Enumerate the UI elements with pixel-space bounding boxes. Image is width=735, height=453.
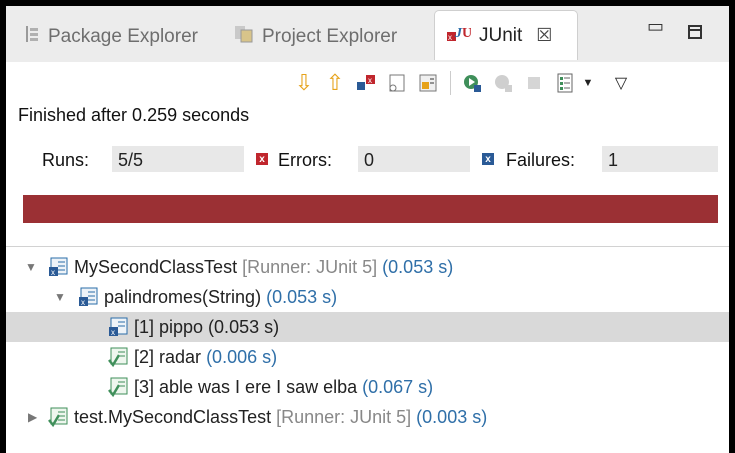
close-icon[interactable]: ☒ [536,25,552,46]
runs-label: Runs: [42,150,90,170]
tree-row[interactable]: ▼ x palindromes(String) (0.053 s) [6,282,729,312]
rerun-failed-first-icon[interactable] [488,68,518,98]
test-suite-failure-icon: x [48,256,70,278]
errors-icon: x [256,153,268,165]
junit-toolbar: ⇩ ⇧ x ▼ ▽ [289,66,637,100]
tree-row[interactable]: [2] radar (0.006 s) [6,342,729,372]
test-name: [3] able was I ere I saw elba [134,376,358,397]
svg-text:x: x [111,328,115,337]
test-name: palindromes(String) [104,286,262,307]
tab-package-explorer[interactable]: Package Explorer [24,12,198,62]
test-runner: [Runner: JUnit 5] [242,256,378,277]
svg-text:x: x [81,298,85,307]
package-explorer-icon [24,25,40,49]
next-failure-icon[interactable]: ⇩ [289,68,319,98]
svg-text:x: x [448,33,452,42]
tab-label: Project Explorer [262,26,398,47]
divider [6,246,729,247]
svg-text:x: x [368,76,372,85]
toolbar-separator [450,71,451,95]
expand-twisty-icon[interactable]: ▼ [54,290,66,304]
test-name: test.MySecondClassTest [74,406,272,427]
test-time: (0.053 s) [266,286,338,307]
errors-label: Errors: [278,150,332,170]
svg-text:x: x [51,268,55,277]
failures-icon: x [482,153,494,165]
test-time: (0.003 s) [416,406,488,427]
maximize-icon[interactable] [688,25,702,39]
show-failures-only-icon[interactable]: x [351,68,381,98]
junit-icon: xJU [445,22,472,50]
test-suite-failure-icon: x [78,286,100,308]
view-menu-icon[interactable]: ▽ [606,68,636,98]
test-failure-icon: x [108,316,130,338]
tab-junit[interactable]: xJU JUnit ☒ [434,10,578,60]
tree-row[interactable]: ▼ x MySecondClassTest [Runner: JUnit 5] … [6,252,729,282]
svg-text:U: U [462,26,471,41]
counter-panel: Runs: 5/5 x Errors: 0 x Failures: 1 [6,144,729,176]
rerun-icon[interactable] [457,68,487,98]
tree-row[interactable]: [3] able was I ere I saw elba (0.067 s) [6,372,729,402]
tab-bar: Package Explorer Project Explorer xJU JU… [6,6,729,62]
test-runner: [Runner: JUnit 5] [276,406,412,427]
failures-label: Failures: [506,150,576,170]
test-passed-icon [108,376,130,398]
test-time: (0.067 s) [362,376,434,397]
tab-project-explorer[interactable]: Project Explorer [234,12,397,62]
failures-value: 1 [602,146,718,172]
test-name: [1] pippo (0.053 s) [134,316,280,337]
scroll-lock-icon[interactable] [382,68,412,98]
errors-value: 0 [358,146,470,172]
tree-row-selected[interactable]: x [1] pippo (0.053 s) [6,312,729,342]
test-time: (0.053 s) [382,256,454,277]
tab-label: Package Explorer [48,26,198,47]
test-name: MySecondClassTest [74,256,238,277]
runs-value: 5/5 [112,146,244,172]
junit-view: Package Explorer Project Explorer xJU JU… [6,6,729,453]
stop-icon[interactable] [519,68,549,98]
progress-bar [23,195,718,223]
minimize-icon[interactable]: ▭ [647,16,664,37]
test-name: [2] radar [134,346,202,367]
collapsed-twisty-icon[interactable]: ▶ [28,410,37,424]
tree-row[interactable]: ▶ test.MySecondClassTest [Runner: JUnit … [6,402,729,432]
status-message: Finished after 0.259 seconds [18,105,250,125]
project-explorer-icon [234,24,254,50]
test-passed-icon [108,346,130,368]
previous-failure-icon[interactable]: ⇧ [320,68,350,98]
history-icon[interactable] [550,68,580,98]
test-time: (0.006 s) [206,346,278,367]
show-skipped-icon[interactable] [413,68,443,98]
history-dropdown-icon[interactable]: ▼ [581,68,595,98]
test-suite-passed-icon [48,406,70,428]
tab-label: JUnit [479,24,523,46]
expand-twisty-icon[interactable]: ▼ [25,260,37,274]
